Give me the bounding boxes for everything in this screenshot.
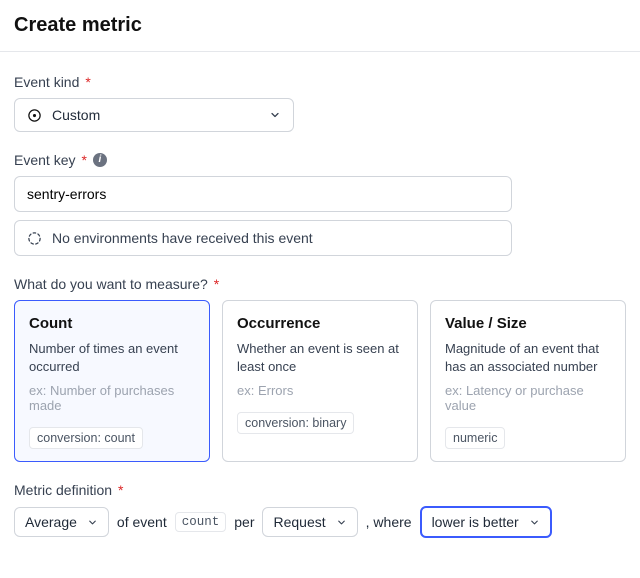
- def-text-where: , where: [366, 514, 412, 530]
- measure-option-desc: Magnitude of an event that has an associ…: [445, 340, 611, 375]
- measure-option-occurrence[interactable]: Occurrence Whether an event is seen at l…: [222, 300, 418, 462]
- measure-option-example: ex: Latency or purchase value: [445, 383, 611, 413]
- measure-option-count[interactable]: Count Number of times an event occurred …: [14, 300, 210, 462]
- measure-option-desc: Number of times an event occurred: [29, 340, 195, 375]
- measure-option-tag: conversion: binary: [237, 412, 354, 434]
- measure-label: What do you want to measure? *: [14, 276, 626, 292]
- measure-option-title: Count: [29, 315, 195, 332]
- event-kind-value: Custom: [52, 107, 100, 123]
- event-key-label: Event key * i: [14, 152, 626, 168]
- measure-options: Count Number of times an event occurred …: [14, 300, 626, 462]
- chevron-down-icon: [336, 517, 347, 528]
- event-kind-select[interactable]: Custom: [14, 98, 294, 132]
- event-kind-label: Event kind *: [14, 74, 626, 90]
- metric-definition-row: Average of event count per Request , whe…: [14, 506, 626, 538]
- measure-option-title: Occurrence: [237, 315, 403, 332]
- direction-value: lower is better: [432, 514, 519, 530]
- count-token: count: [175, 512, 227, 532]
- unit-select[interactable]: Request: [262, 507, 357, 537]
- info-icon[interactable]: i: [93, 153, 107, 167]
- chevron-down-icon: [529, 517, 540, 528]
- metric-definition-label-text: Metric definition: [14, 482, 112, 498]
- measure-field: What do you want to measure? * Count Num…: [14, 276, 626, 462]
- required-asterisk: *: [214, 276, 219, 292]
- metric-definition-field: Metric definition * Average of event cou…: [14, 482, 626, 538]
- metric-definition-label: Metric definition *: [14, 482, 626, 498]
- loading-icon: [27, 231, 42, 246]
- required-asterisk: *: [85, 74, 90, 90]
- direction-select[interactable]: lower is better: [420, 506, 552, 538]
- divider: [0, 51, 640, 52]
- measure-option-value-size[interactable]: Value / Size Magnitude of an event that …: [430, 300, 626, 462]
- required-asterisk: *: [118, 482, 123, 498]
- aggregation-value: Average: [25, 514, 77, 530]
- measure-option-tag: conversion: count: [29, 427, 143, 449]
- measure-option-title: Value / Size: [445, 315, 611, 332]
- event-key-field: Event key * i No environments have recei…: [14, 152, 626, 256]
- def-text-per: per: [234, 514, 254, 530]
- measure-option-example: ex: Number of purchases made: [29, 383, 195, 413]
- def-text-of-event: of event: [117, 514, 167, 530]
- event-key-status: No environments have received this event: [14, 220, 512, 256]
- custom-icon: [27, 108, 42, 123]
- page-title: Create metric: [14, 14, 626, 37]
- chevron-down-icon: [87, 517, 98, 528]
- event-kind-field: Event kind * Custom: [14, 74, 626, 132]
- measure-label-text: What do you want to measure?: [14, 276, 208, 292]
- aggregation-select[interactable]: Average: [14, 507, 109, 537]
- unit-value: Request: [273, 514, 325, 530]
- measure-option-example: ex: Errors: [237, 383, 403, 398]
- required-asterisk: *: [81, 152, 86, 168]
- measure-option-desc: Whether an event is seen at least once: [237, 340, 403, 375]
- event-kind-label-text: Event kind: [14, 74, 79, 90]
- measure-option-tag: numeric: [445, 427, 505, 449]
- event-key-label-text: Event key: [14, 152, 75, 168]
- event-key-input[interactable]: [14, 176, 512, 212]
- chevron-down-icon: [269, 109, 281, 121]
- event-key-status-text: No environments have received this event: [52, 230, 313, 246]
